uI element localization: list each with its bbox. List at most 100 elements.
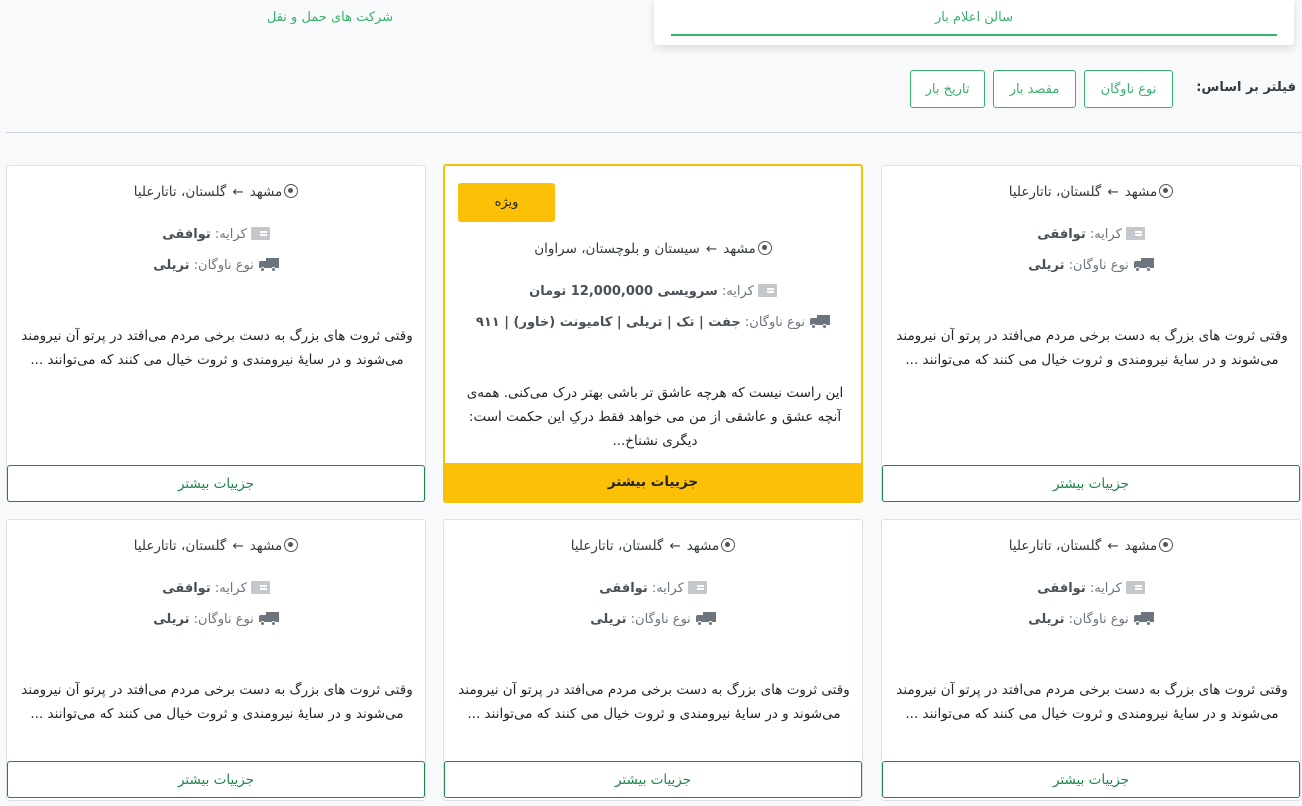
fleet-value: جفت | تک | تریلی | کامیونت (خاور) | ۹۱۱ [475, 315, 741, 330]
fare-row: کرایه: توافقی [7, 227, 425, 242]
divider [6, 132, 1302, 133]
fleet-label: نوع ناوگان: [193, 612, 254, 627]
fleet-label: نوع ناوگان: [630, 612, 691, 627]
details-button[interactable]: جزییات بیشتر [882, 761, 1300, 798]
location-target-icon [757, 241, 772, 255]
filter-date-button[interactable]: تاریخ بار [910, 70, 985, 108]
fleet-row: نوع ناوگان: تریلی [7, 612, 425, 627]
cargo-description: وقتی ثروت های بزرگ به دست برخی مردم می‌ا… [896, 328, 1288, 368]
route-destination: گلستان، تاتارعلیا [133, 538, 227, 554]
money-icon [1125, 227, 1145, 240]
tab-transport-companies[interactable]: شرکت های حمل و نقل [10, 10, 650, 25]
fare-value: توافقی [599, 581, 648, 596]
fleet-row: نوع ناوگان: تریلی [444, 612, 862, 627]
money-icon [250, 581, 270, 594]
cargo-card: مشهد ← گلستان، تاتارعلیا کرایه: توافقی نوع… [881, 519, 1301, 801]
fleet-row: نوع ناوگان: تریلی [882, 612, 1300, 627]
fleet-value: تریلی [153, 612, 190, 627]
fare-label: کرایه: [1089, 581, 1122, 596]
featured-badge: ویژه [458, 183, 555, 222]
details-button[interactable]: جزییات بیشتر [444, 761, 862, 798]
fare-label: کرایه: [651, 581, 684, 596]
fare-value: توافقی [162, 581, 211, 596]
cargo-card: مشهد ← گلستان، تاتارعلیا کرایه: توافقی نوع… [6, 165, 426, 502]
cargo-description: وقتی ثروت های بزرگ به دست برخی مردم می‌ا… [21, 682, 413, 722]
featured-cargo-card: ویژه مشهد ← سیستان و بلوچستان، سراوان کرای… [443, 164, 863, 503]
route-origin: مشهد [249, 184, 283, 200]
fare-row: کرایه: توافقی [882, 227, 1300, 242]
cargo-description: وقتی ثروت های بزرگ به دست برخی مردم می‌ا… [896, 682, 1288, 722]
location-target-icon [1159, 538, 1174, 552]
route-destination: گلستان، تاتارعلیا [1008, 184, 1102, 200]
route: مشهد ← گلستان، تاتارعلیا [882, 184, 1300, 200]
money-icon [757, 284, 777, 297]
truck-icon [258, 258, 279, 272]
route-origin: مشهد [1124, 538, 1158, 554]
details-button[interactable]: جزییات بیشتر [882, 465, 1300, 502]
cargo-description: وقتی ثروت های بزرگ به دست برخی مردم می‌ا… [458, 682, 850, 722]
filter-fleet-type-button[interactable]: نوع ناوگان [1084, 70, 1173, 108]
cargo-card: مشهد ← گلستان، تاتارعلیا کرایه: توافقی نوع… [6, 519, 426, 801]
route-arrow: ← [232, 184, 244, 200]
truck-icon [695, 612, 716, 626]
fleet-value: تریلی [153, 258, 190, 273]
fare-value: سرویسی 12,000,000 تومان [529, 284, 718, 299]
fleet-row: نوع ناوگان: تریلی [882, 258, 1300, 273]
tab-cargo-hall[interactable]: سالن اعلام بار [654, 0, 1294, 45]
route-destination: سیستان و بلوچستان، سراوان [534, 241, 700, 257]
fleet-label: نوع ناوگان: [1068, 612, 1129, 627]
fare-label: کرایه: [721, 284, 754, 299]
fare-row: کرایه: توافقی [7, 581, 425, 596]
location-target-icon [721, 538, 736, 552]
details-button[interactable]: جزییات بیشتر [7, 465, 425, 502]
fare-value: توافقی [1037, 227, 1086, 242]
route-arrow: ← [669, 538, 681, 554]
fare-label: کرایه: [214, 227, 247, 242]
fare-label: کرایه: [214, 581, 247, 596]
fleet-row: نوع ناوگان: جفت | تک | تریلی | کامیونت (… [445, 315, 861, 330]
route-origin: مشهد [249, 538, 283, 554]
featured-details-button[interactable]: جزییات بیشتر [445, 463, 861, 501]
route-origin: مشهد [686, 538, 720, 554]
money-icon [687, 581, 707, 594]
route: مشهد ← سیستان و بلوچستان، سراوان [445, 241, 861, 257]
route: مشهد ← گلستان، تاتارعلیا [882, 538, 1300, 554]
fleet-value: تریلی [1028, 612, 1065, 627]
tab-cargo-hall-label: سالن اعلام بار [934, 10, 1013, 25]
money-icon [250, 227, 270, 240]
money-icon [1125, 581, 1145, 594]
cargo-description: وقتی ثروت های بزرگ به دست برخی مردم می‌ا… [21, 328, 413, 368]
details-button[interactable]: جزییات بیشتر [7, 761, 425, 798]
truck-icon [1133, 612, 1154, 626]
route: مشهد ← گلستان، تاتارعلیا [7, 538, 425, 554]
fleet-row: نوع ناوگان: تریلی [7, 258, 425, 273]
fleet-value: تریلی [590, 612, 627, 627]
location-target-icon [284, 184, 299, 198]
route: مشهد ← گلستان، تاتارعلیا [7, 184, 425, 200]
fare-row: کرایه: توافقی [882, 581, 1300, 596]
location-target-icon [1159, 184, 1174, 198]
route-arrow: ← [1107, 538, 1119, 554]
route-arrow: ← [232, 538, 244, 554]
fare-row: کرایه: سرویسی 12,000,000 تومان [445, 284, 861, 299]
route-origin: مشهد [1124, 184, 1158, 200]
tab-active-underline [671, 34, 1277, 36]
location-target-icon [284, 538, 299, 552]
route-arrow: ← [1107, 184, 1119, 200]
filter-label: فیلتر بر اساس: [1196, 80, 1296, 95]
cargo-card: مشهد ← گلستان، تاتارعلیا کرایه: توافقی نوع… [443, 519, 863, 801]
route: مشهد ← گلستان، تاتارعلیا [444, 538, 862, 554]
cargo-card: مشهد ← گلستان، تاتارعلیا کرایه: توافقی نوع… [881, 165, 1301, 502]
fleet-label: نوع ناوگان: [193, 258, 254, 273]
route-arrow: ← [705, 241, 718, 257]
truck-icon [1133, 258, 1154, 272]
fleet-label: نوع ناوگان: [744, 315, 806, 330]
truck-icon [809, 315, 831, 329]
filter-destination-button[interactable]: مقصد بار [993, 70, 1076, 108]
route-origin: مشهد [723, 241, 756, 257]
route-destination: گلستان، تاتارعلیا [1008, 538, 1102, 554]
fare-value: توافقی [162, 227, 211, 242]
fare-label: کرایه: [1089, 227, 1122, 242]
cargo-description: این راست نیست که هرچه عاشق تر باشی بهتر … [466, 385, 844, 449]
route-destination: گلستان، تاتارعلیا [133, 184, 227, 200]
